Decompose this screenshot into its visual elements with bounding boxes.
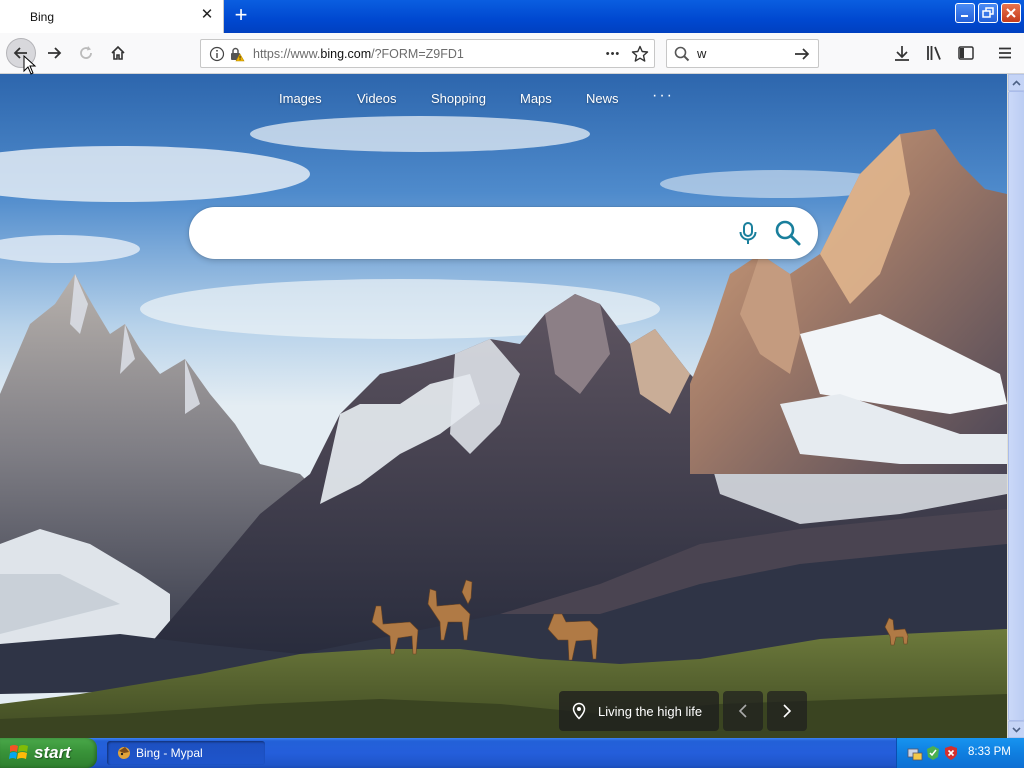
search-bar-value: w [697, 46, 707, 61]
nav-more-button[interactable]: ··· [652, 88, 674, 104]
scroll-up-button[interactable] [1008, 74, 1024, 91]
library-icon [927, 46, 941, 60]
scroll-down-button[interactable] [1008, 721, 1024, 738]
image-caption-text: Living the high life [598, 704, 703, 719]
nav-link-videos[interactable]: Videos [357, 91, 397, 106]
mypal-app-icon [118, 747, 130, 759]
url-prefix: https://www. [253, 47, 321, 61]
vertical-scrollbar[interactable] [1007, 74, 1024, 738]
page-actions-button[interactable]: ••• [603, 44, 623, 64]
new-tab-button[interactable]: + [229, 4, 253, 27]
downloads-button[interactable] [888, 39, 916, 67]
magnifier-icon [674, 46, 690, 62]
tray-clock: 8:33 PM [968, 746, 1011, 758]
library-button[interactable] [920, 39, 948, 67]
browser-titlebar: Bing ✕ + [0, 0, 1024, 33]
start-button[interactable]: start [0, 738, 97, 768]
bing-search-box[interactable] [189, 207, 818, 259]
url-domain: bing.com [320, 47, 372, 61]
menu-button[interactable] [991, 39, 1019, 67]
close-window-button[interactable] [1001, 3, 1021, 23]
minimize-icon [961, 15, 968, 17]
image-caption-button[interactable]: Living the high life [559, 691, 719, 731]
close-icon [1006, 8, 1016, 18]
windows-logo-icon [9, 745, 28, 759]
search-magnifier-icon[interactable] [774, 219, 802, 247]
minimize-button[interactable] [955, 3, 975, 23]
url-suffix: /?FORM=Z9FD1 [371, 47, 464, 61]
scroll-up-arrow-icon [1012, 79, 1021, 86]
home-button[interactable] [104, 39, 132, 67]
tab-close-icon[interactable]: ✕ [199, 7, 215, 23]
tab-bing[interactable]: Bing ✕ [0, 0, 224, 33]
bing-search-input[interactable] [213, 221, 733, 245]
home-icon [111, 45, 125, 60]
system-tray: 8:33 PM [896, 738, 1024, 768]
navigation-toolbar: https://www.bing.com/?FORM=Z9FD1 ••• w [0, 33, 1024, 74]
scrollbar-thumb[interactable] [1008, 91, 1024, 721]
chevron-right-icon [783, 704, 792, 718]
background-mountain-photo [0, 74, 1007, 738]
search-go-arrow-icon[interactable] [793, 45, 811, 63]
bookmark-star-icon[interactable] [631, 45, 649, 63]
scroll-down-arrow-icon [1012, 726, 1021, 733]
info-icon[interactable] [209, 46, 225, 62]
search-bar[interactable]: w [666, 39, 819, 68]
taskbar-item-bing-mypal[interactable]: Bing - Mypal [107, 741, 265, 765]
url-text: https://www.bing.com/?FORM=Z9FD1 [253, 47, 464, 61]
taskbar: start Bing - Mypal 8:33 PM [0, 738, 1024, 768]
reload-icon [80, 46, 92, 59]
forward-button[interactable] [40, 39, 68, 67]
mouse-cursor-icon [23, 55, 37, 75]
reload-button[interactable] [72, 39, 100, 67]
restore-button[interactable] [978, 3, 998, 23]
taskbar-item-label: Bing - Mypal [136, 746, 203, 760]
chevron-left-icon [738, 704, 747, 718]
download-icon [895, 46, 909, 61]
location-pin-icon [571, 702, 587, 720]
forward-arrow-icon [48, 47, 62, 59]
nav-link-shopping[interactable]: Shopping [431, 91, 486, 106]
nav-link-images[interactable]: Images [279, 91, 322, 106]
next-image-button[interactable] [767, 691, 807, 731]
network-tray-icon[interactable] [907, 745, 923, 761]
security-tray-icon[interactable] [925, 745, 941, 761]
microphone-icon[interactable] [735, 220, 761, 246]
sidebar-button[interactable] [952, 39, 980, 67]
tab-title: Bing [30, 10, 55, 24]
bing-homepage: Images Videos Shopping Maps News ··· Liv… [0, 74, 1007, 738]
hamburger-menu-icon [999, 47, 1011, 59]
lock-warning-icon[interactable] [229, 46, 245, 62]
nav-link-maps[interactable]: Maps [520, 91, 552, 106]
shield-tray-icon[interactable] [943, 745, 959, 761]
url-bar[interactable]: https://www.bing.com/?FORM=Z9FD1 ••• [200, 39, 655, 68]
bing-nav: Images Videos Shopping Maps News ··· [0, 88, 1007, 111]
nav-link-news[interactable]: News [586, 91, 619, 106]
previous-image-button[interactable] [723, 691, 763, 731]
start-label: start [34, 743, 71, 762]
restore-icon [982, 7, 994, 18]
sidebar-icon [958, 46, 974, 60]
